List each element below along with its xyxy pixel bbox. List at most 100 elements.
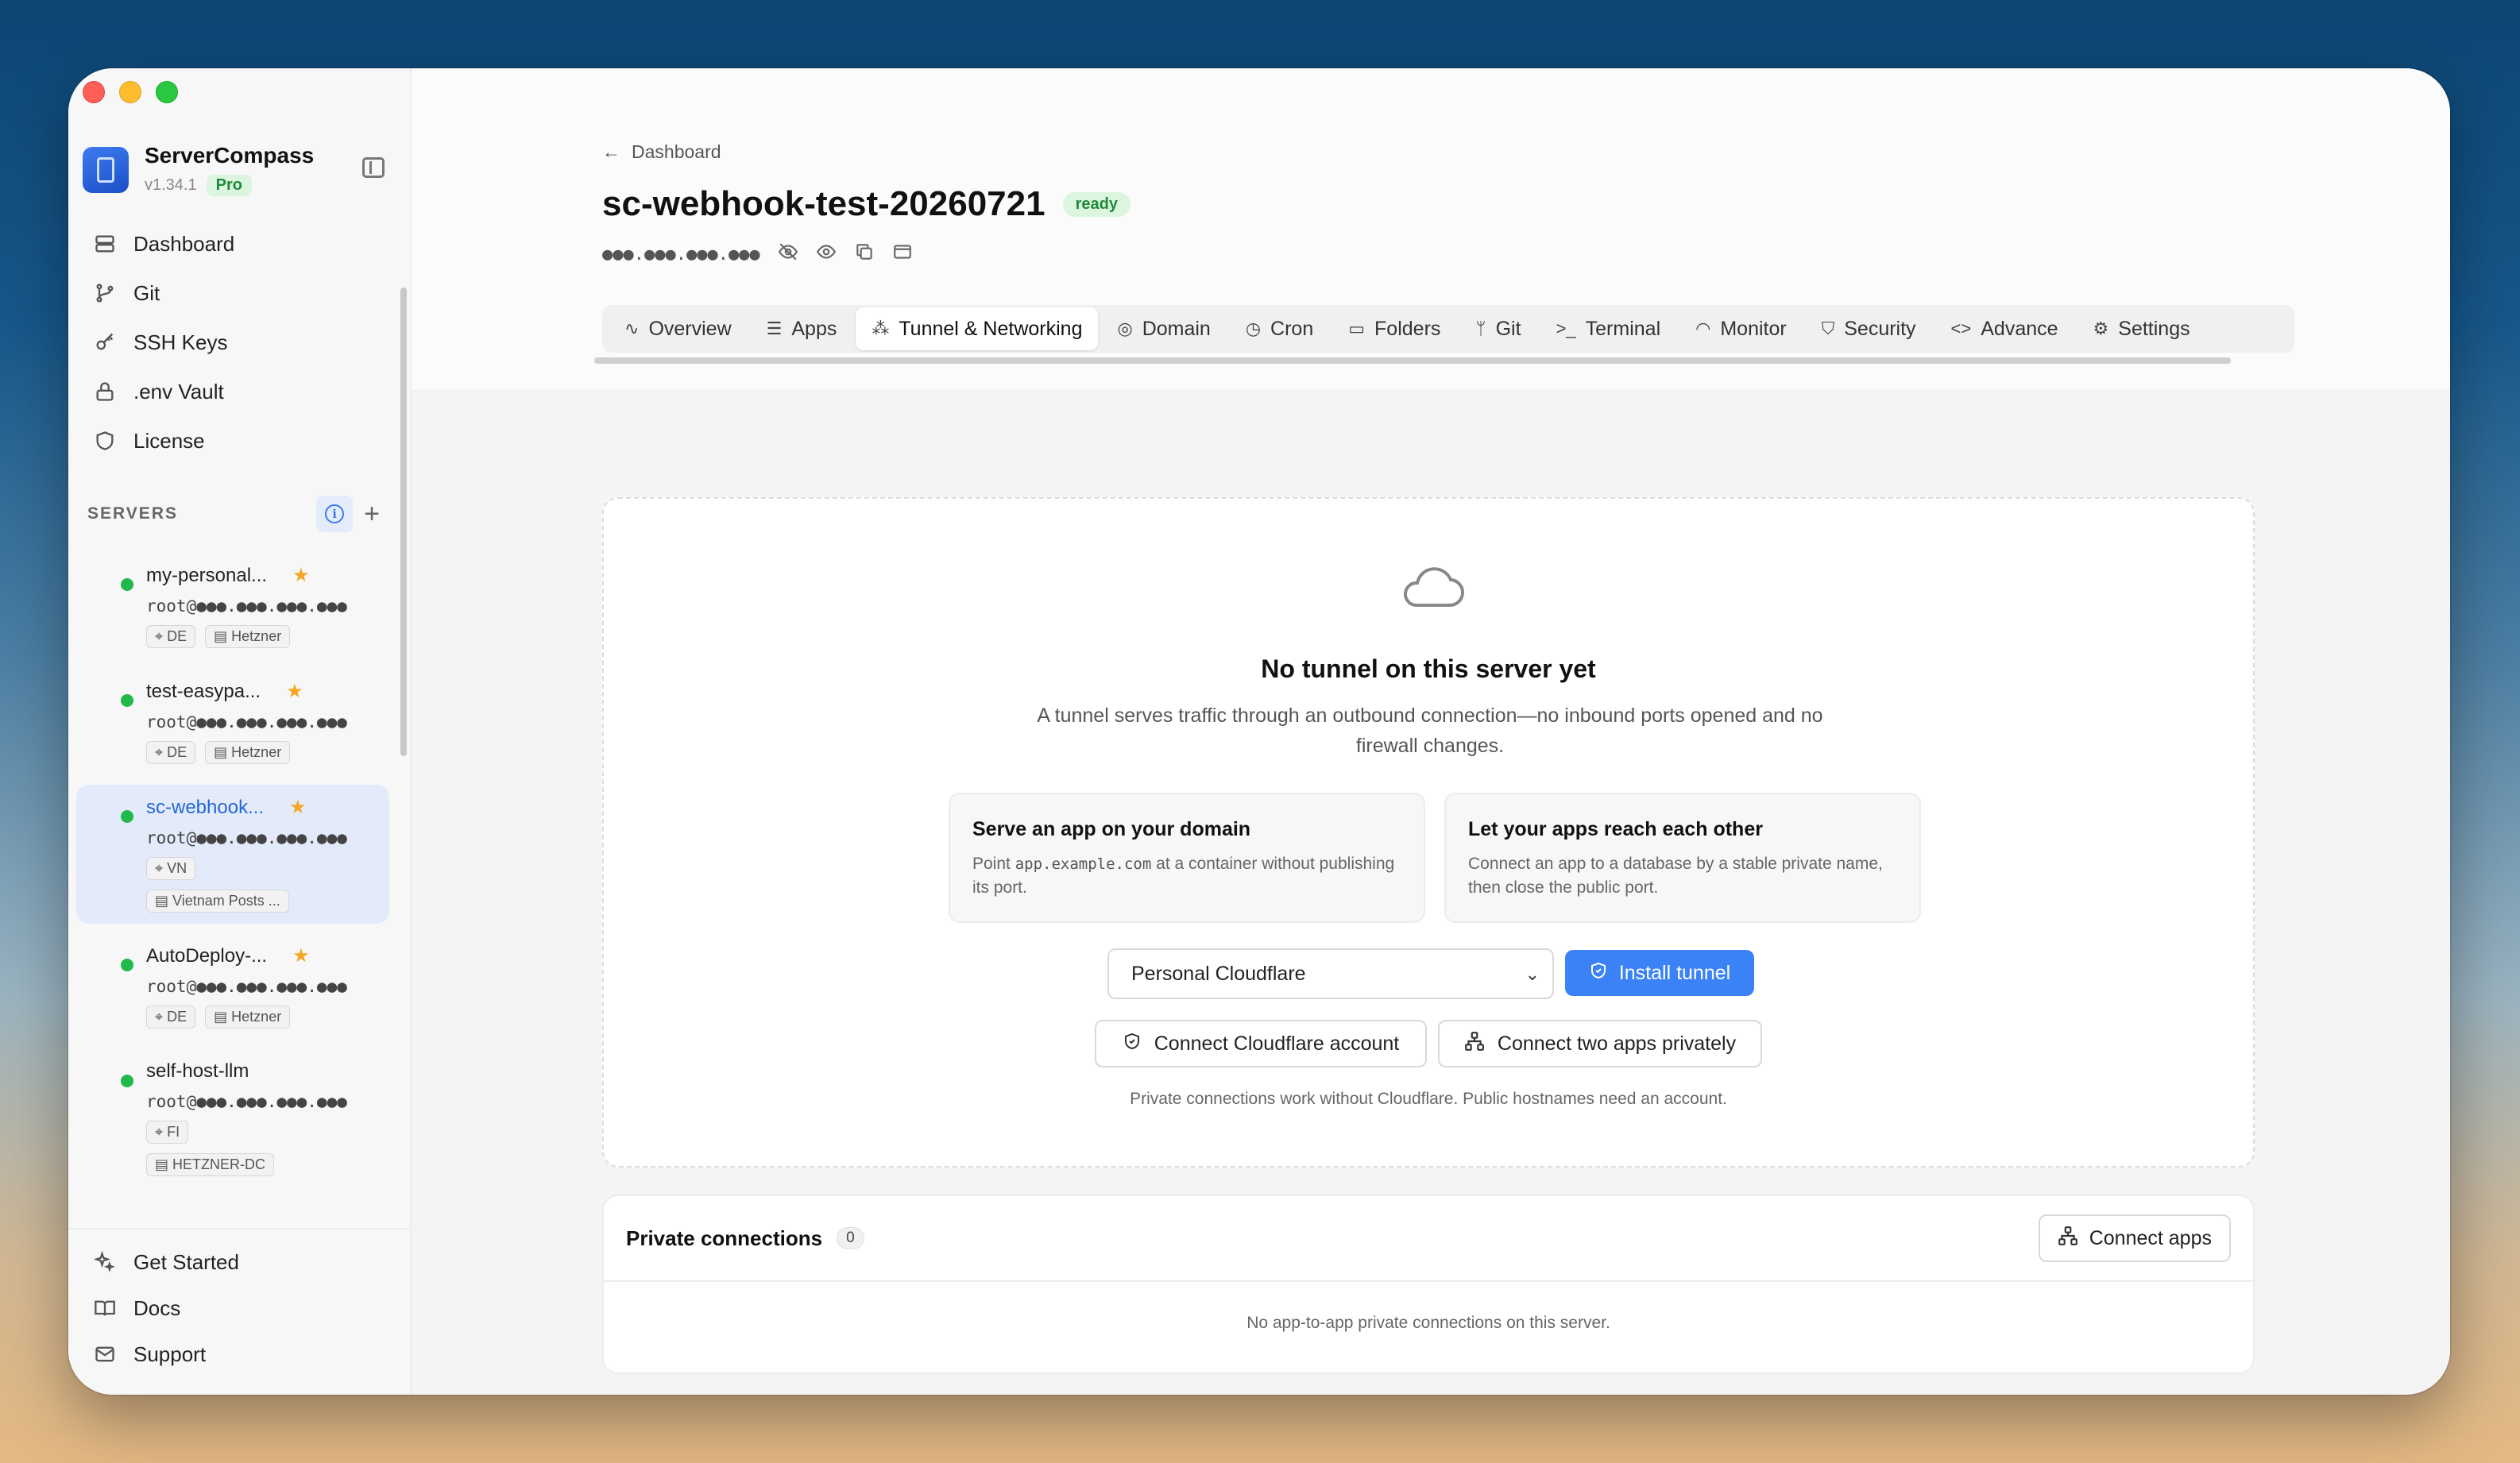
nav-item-get-started[interactable]: Get Started xyxy=(87,1239,410,1285)
servers-label: SERVERS xyxy=(87,504,178,523)
code-icon: <> xyxy=(1950,318,1972,338)
tab-overview[interactable]: ∿ Overview xyxy=(609,307,748,350)
star-icon[interactable]: ★ xyxy=(286,680,303,703)
tunnel-provider-select[interactable]: Personal Cloudflare ⌄ xyxy=(1107,948,1554,999)
provider-tag: ▤ Hetzner xyxy=(205,741,291,764)
sidebar-scrollbar[interactable] xyxy=(400,288,407,756)
minimize-window-button[interactable] xyxy=(119,81,141,103)
tab-domain[interactable]: ◎ Domain xyxy=(1101,307,1226,350)
server-item[interactable]: test-easypa... ★ root@●●●.●●●.●●●.●●● ⌖ … xyxy=(76,669,389,775)
window-controls xyxy=(83,81,178,103)
connect-two-apps-button[interactable]: Connect two apps privately xyxy=(1438,1020,1762,1067)
app-logo-icon xyxy=(83,146,129,193)
git-branch-icon xyxy=(92,280,118,306)
tab-tunnel-networking[interactable]: ⁂ Tunnel & Networking xyxy=(856,307,1099,350)
server-item[interactable]: my-personal... ★ root@●●●.●●●.●●●.●●● ⌖ … xyxy=(76,553,389,659)
tab-git[interactable]: ᛘ Git xyxy=(1459,307,1536,350)
eye-off-icon[interactable] xyxy=(778,241,798,267)
server-name: self-host-llm xyxy=(146,1060,249,1082)
back-link[interactable]: ← Dashboard xyxy=(602,141,721,163)
tab-security[interactable]: ⛉ Security xyxy=(1806,307,1932,350)
back-label: Dashboard xyxy=(632,141,721,162)
nav-label: Dashboard xyxy=(133,231,235,256)
server-name: test-easypa... xyxy=(146,680,261,702)
star-icon[interactable]: ★ xyxy=(292,944,310,967)
connect-apps-button[interactable]: Connect apps xyxy=(2038,1214,2231,1262)
feature-private-network: Let your apps reach each other Connect a… xyxy=(1444,793,1921,923)
server-ip: ●●●.●●●.●●●.●●● xyxy=(602,244,760,264)
tab-scrollbar[interactable] xyxy=(594,357,2231,364)
tab-settings[interactable]: ⚙ Settings xyxy=(2077,307,2206,350)
nav-item-dashboard[interactable]: Dashboard xyxy=(87,219,397,268)
browser-window-icon[interactable] xyxy=(892,241,913,267)
install-tunnel-button[interactable]: Install tunnel xyxy=(1565,950,1754,996)
server-host: root@●●●.●●●.●●●.●●● xyxy=(146,712,347,732)
shield-icon: ⛉ xyxy=(1821,318,1835,338)
terminal-icon: >_ xyxy=(1556,318,1576,338)
copy-icon[interactable] xyxy=(854,241,875,267)
tab-terminal[interactable]: >_ Terminal xyxy=(1540,307,1677,350)
shield-icon xyxy=(92,428,118,454)
nav-item-git[interactable]: Git xyxy=(87,268,397,318)
nav-item-env-vault[interactable]: .env Vault xyxy=(87,367,397,416)
nav-item-docs[interactable]: Docs xyxy=(87,1285,410,1331)
book-icon xyxy=(92,1295,118,1321)
tab-cron[interactable]: ◷ Cron xyxy=(1230,307,1329,350)
server-item[interactable]: AutoDeploy-... ★ root@●●●.●●●.●●●.●●● ⌖ … xyxy=(76,933,389,1040)
feature-title: Let your apps reach each other xyxy=(1468,818,1763,840)
empty-title: No tunnel on this server yet xyxy=(1261,654,1596,683)
server-stack-icon xyxy=(92,231,118,257)
feature-description: Connect an app to a database by a stable… xyxy=(1468,855,1883,897)
close-window-button[interactable] xyxy=(83,81,105,103)
git-branch-icon: ᛘ xyxy=(1475,318,1486,338)
servers-info-button[interactable]: i xyxy=(316,496,354,532)
status-dot xyxy=(121,959,133,971)
collapse-sidebar-button[interactable] xyxy=(362,157,385,178)
status-dot xyxy=(121,578,133,591)
tab-advance[interactable]: <> Advance xyxy=(1935,307,2074,350)
location-tag: ⌖ FI xyxy=(146,1121,189,1144)
connect-cloudflare-button[interactable]: Connect Cloudflare account xyxy=(1095,1020,1427,1067)
tunnel-hint: Private connections work without Cloudfl… xyxy=(1130,1090,1727,1108)
tab-content: No tunnel on this server yet A tunnel se… xyxy=(412,391,2450,1395)
server-name: sc-webhook... xyxy=(146,796,265,818)
provider-tag: ▤ Hetzner xyxy=(205,1006,291,1029)
location-tag: ⌖ DE xyxy=(146,1006,196,1029)
provider-tag: ▤ HETZNER-DC xyxy=(146,1153,275,1176)
tab-monitor[interactable]: ◠ Monitor xyxy=(1679,307,1803,350)
server-name: AutoDeploy-... xyxy=(146,944,268,967)
lock-icon xyxy=(92,379,118,404)
app-window: ServerCompass v1.34.1 Pro Dashboard Git xyxy=(68,68,2450,1395)
nav-label: Docs xyxy=(133,1295,181,1320)
nav-label: SSH Keys xyxy=(133,330,228,354)
nav-label: Get Started xyxy=(133,1249,239,1274)
nav-item-license[interactable]: License xyxy=(87,416,397,465)
status-dot xyxy=(121,1075,133,1087)
star-icon[interactable]: ★ xyxy=(292,564,310,587)
feature-description: Point app.example.com at a container wit… xyxy=(972,855,1395,897)
plan-badge: Pro xyxy=(206,175,252,196)
nav-item-support[interactable]: Support xyxy=(87,1331,410,1377)
count-badge: 0 xyxy=(837,1227,864,1249)
add-server-button[interactable]: + xyxy=(364,500,380,527)
sidebar: ServerCompass v1.34.1 Pro Dashboard Git xyxy=(68,68,412,1395)
server-item-active[interactable]: sc-webhook... ★ root@●●●.●●●.●●●.●●● ⌖ V… xyxy=(76,785,389,924)
location-tag: ⌖ DE xyxy=(146,625,196,648)
server-name: my-personal... xyxy=(146,564,268,586)
activity-icon: ∿ xyxy=(624,318,640,338)
status-dot xyxy=(121,694,133,707)
tab-folders[interactable]: ▭ Folders xyxy=(1332,307,1456,350)
sidebar-footer: Get Started Docs Support xyxy=(68,1228,410,1395)
maximize-window-button[interactable] xyxy=(156,81,178,103)
section-title: Private connections xyxy=(626,1226,823,1250)
shield-check-icon xyxy=(1589,961,1608,986)
main-nav: Dashboard Git SSH Keys .env Vault Licens… xyxy=(87,219,397,465)
servers-header: SERVERS i + xyxy=(87,496,389,532)
eye-icon[interactable] xyxy=(816,241,837,267)
tab-apps[interactable]: ☰ Apps xyxy=(751,307,853,350)
nav-item-ssh-keys[interactable]: SSH Keys xyxy=(87,318,397,367)
star-icon[interactable]: ★ xyxy=(289,796,307,819)
private-connections-card: Private connections 0 Connect apps No ap… xyxy=(602,1195,2255,1374)
server-item[interactable]: self-host-llm root@●●●.●●●.●●●.●●● ⌖ FI … xyxy=(76,1049,389,1187)
brand: ServerCompass v1.34.1 Pro xyxy=(83,143,314,196)
